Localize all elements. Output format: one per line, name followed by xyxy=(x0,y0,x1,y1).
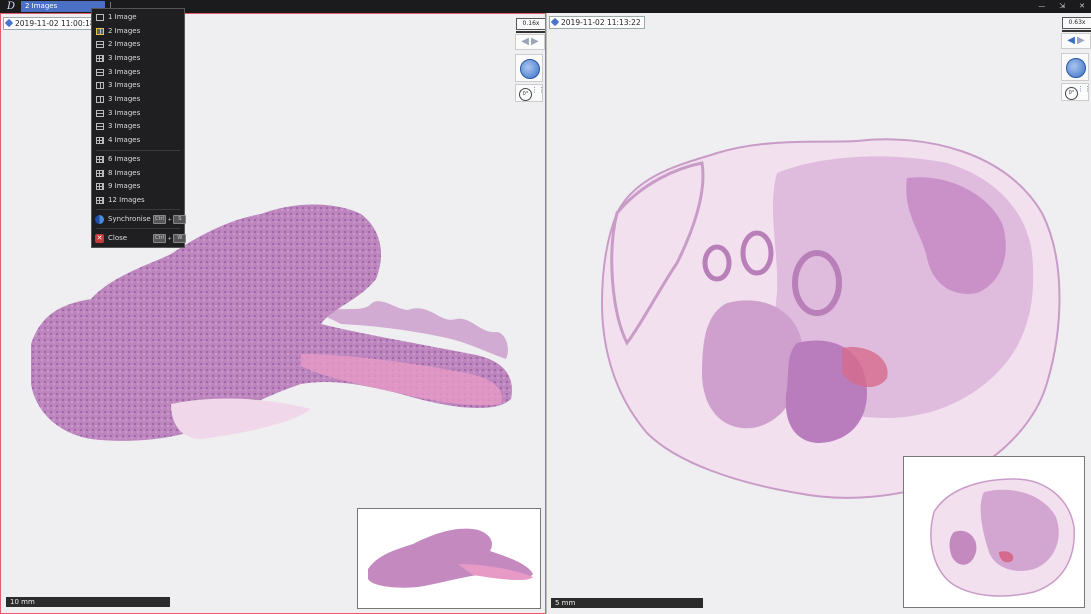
close-icon: ✕ xyxy=(95,234,104,243)
menu-item-3-images-bottom-big[interactable]: 3 Images xyxy=(92,120,184,133)
view-tools[interactable]: 0° ⋮⋮ xyxy=(515,84,545,102)
thumbnail-image xyxy=(930,478,1075,597)
menu-item-2-images-horizontal[interactable]: 2 Images xyxy=(92,38,184,51)
nine-grid-icon xyxy=(96,183,104,190)
single-pane-icon xyxy=(96,14,104,21)
two-vertical-icon xyxy=(96,28,104,35)
back-arrow-icon[interactable]: ◀ xyxy=(1067,35,1075,47)
history-nav[interactable]: ◀ ▶ xyxy=(515,34,545,50)
close-window-button[interactable]: ✕ xyxy=(1079,0,1085,13)
layout-menu[interactable]: 1 Image 2 Images 2 Images 3 Images 3 Ima… xyxy=(91,8,187,248)
overview-button[interactable] xyxy=(1061,53,1089,81)
grid-overlay-icon[interactable]: ⋮⋮ xyxy=(1077,86,1091,99)
overview-circle-icon xyxy=(1066,58,1086,78)
six-grid-icon xyxy=(96,156,104,163)
three-top-big-icon xyxy=(96,110,104,117)
menu-item-12-images[interactable]: 12 Images xyxy=(92,194,184,207)
scale-bar: 10 mm xyxy=(6,597,170,607)
menu-item-3-images-right-big[interactable]: 3 Images xyxy=(92,93,184,106)
menu-item-1-image[interactable]: 1 Image xyxy=(92,11,184,24)
close-shortcut: Ctrl + W xyxy=(153,234,187,243)
overview-button[interactable] xyxy=(515,54,543,82)
menu-item-synchronise[interactable]: Synchronise Ctrl + S xyxy=(92,213,187,226)
overview-thumbnail[interactable] xyxy=(357,508,541,609)
view-tools[interactable]: 0° ⋮⋮ xyxy=(1061,83,1091,101)
overview-circle-icon xyxy=(520,59,540,79)
menu-item-2-images-vertical[interactable]: 2 Images xyxy=(92,25,184,38)
eight-grid-icon xyxy=(96,170,104,177)
scale-bar: 5 mm xyxy=(551,598,703,608)
zoom-level[interactable]: 0.63x xyxy=(1062,17,1091,32)
twelve-grid-icon xyxy=(96,197,104,204)
menu-separator xyxy=(96,228,180,229)
menu-item-9-images[interactable]: 9 Images xyxy=(92,180,184,193)
menu-item-3-images-left-big[interactable]: 3 Images xyxy=(92,79,184,92)
two-horizontal-icon xyxy=(96,41,104,48)
window-controls: — ⇲ ✕ xyxy=(1038,0,1085,13)
three-right-big-icon xyxy=(96,96,104,103)
three-vertical-icon xyxy=(96,55,104,62)
viewer-right[interactable]: 2019-11-02 11:13:22 0.63x ◀ ▶ 0° ⋮⋮ 5 mm xyxy=(546,13,1091,614)
menu-item-8-images[interactable]: 8 Images xyxy=(92,167,184,180)
menu-item-4-images[interactable]: 4 Images xyxy=(92,134,184,147)
back-arrow-icon[interactable]: ◀ xyxy=(521,36,529,48)
app-logo-icon[interactable]: D xyxy=(4,1,18,12)
menu-item-3-images-horizontal[interactable]: 3 Images xyxy=(92,66,184,79)
thumbnail-image xyxy=(368,528,533,588)
menu-item-3-images-vertical[interactable]: 3 Images xyxy=(92,52,184,65)
three-bottom-big-icon xyxy=(96,123,104,130)
zoom-level[interactable]: 0.16x xyxy=(516,18,545,33)
four-grid-icon xyxy=(96,137,104,144)
menu-item-close[interactable]: ✕ Close Ctrl + W xyxy=(92,232,187,245)
three-horizontal-icon xyxy=(96,69,104,76)
restore-button[interactable]: ⇲ xyxy=(1059,0,1065,13)
overview-thumbnail[interactable] xyxy=(903,456,1085,608)
grid-overlay-icon[interactable]: ⋮⋮ xyxy=(531,87,545,100)
menu-separator xyxy=(96,209,180,210)
menu-item-6-images[interactable]: 6 Images xyxy=(92,153,184,166)
forward-arrow-icon[interactable]: ▶ xyxy=(531,36,539,48)
forward-arrow-icon[interactable]: ▶ xyxy=(1077,35,1085,47)
menu-separator xyxy=(96,150,180,151)
menu-item-3-images-top-big[interactable]: 3 Images xyxy=(92,107,184,120)
synchronise-icon xyxy=(95,215,104,224)
minimize-button[interactable]: — xyxy=(1038,0,1045,13)
three-left-big-icon xyxy=(96,82,104,89)
viewer-left[interactable]: 2019-11-02 11:00:18 0.16x ◀ ▶ 0° ⋮⋮ 10 m… xyxy=(0,13,546,614)
history-nav[interactable]: ◀ ▶ xyxy=(1061,33,1091,49)
synchronise-shortcut: Ctrl + S xyxy=(153,215,187,224)
tissue-pale xyxy=(171,398,311,439)
